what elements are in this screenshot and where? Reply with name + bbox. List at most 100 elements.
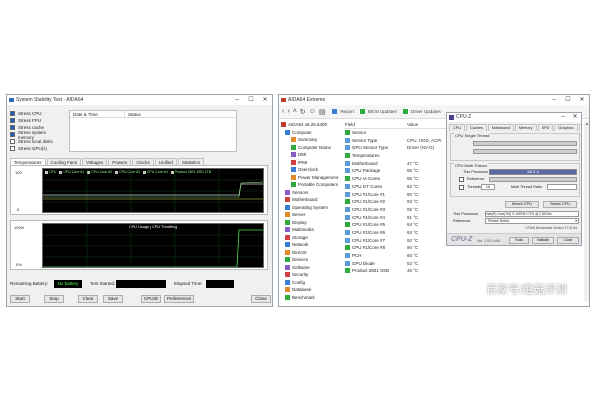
tree-item[interactable]: Computer — [281, 129, 343, 137]
tree-item[interactable]: Storage — [281, 234, 343, 242]
tree-root[interactable]: AIDA64 v6.25.5400 — [281, 121, 343, 129]
bios-updates-button[interactable]: BIOS Updates — [368, 109, 397, 114]
cpuz-tab-4[interactable]: Memory — [514, 124, 537, 131]
threads-checkbox[interactable]: Threads — [459, 184, 481, 190]
clear-button[interactable]: Clear — [78, 295, 98, 303]
cpuz-tab-5[interactable]: SPD — [537, 124, 554, 131]
tree-item[interactable]: Operating System — [281, 204, 343, 212]
multi-thread-bar: 5401.8 — [489, 169, 577, 175]
tree-item[interactable]: Config — [281, 279, 343, 287]
checkbox[interactable] — [10, 146, 15, 151]
checkbox[interactable] — [10, 125, 15, 130]
list-item[interactable]: Product 2501 SSD 46 °C — [345, 267, 453, 275]
list-item[interactable]: PCH 60 °C — [345, 252, 453, 260]
threads-value[interactable]: 16 — [481, 184, 495, 190]
stress-option-4[interactable]: Stress system memory — [10, 130, 62, 140]
tree-item[interactable]: Server — [281, 211, 343, 219]
list-item[interactable]: CPU #1/Core #3 95 °C — [345, 206, 453, 214]
report-button[interactable]: Report — [340, 109, 354, 114]
maximize-button[interactable]: ☐ — [244, 95, 258, 105]
cpuz-tab-1[interactable]: CPU — [449, 124, 466, 131]
aida64-maximize-button[interactable]: ☐ — [561, 95, 575, 105]
list-item[interactable]: CPU #1/Core #1 90 °C — [345, 190, 453, 198]
stress-option-2[interactable]: Stress FPU — [10, 117, 62, 124]
preferences-button[interactable]: Preferences — [164, 295, 194, 303]
tree-item[interactable]: DMI — [281, 151, 343, 159]
tree-item[interactable]: Display — [281, 219, 343, 227]
cpuz-tab-3[interactable]: Mainboard — [487, 124, 514, 131]
cpuz-tab-6[interactable]: Graphics — [554, 124, 578, 131]
cpuz-tab-2[interactable]: Caches — [466, 124, 487, 131]
forward-icon[interactable]: › — [287, 108, 289, 115]
checkbox[interactable] — [10, 132, 15, 137]
tree-item[interactable]: IPMI — [281, 159, 343, 167]
list-item[interactable]: CPU #1/Core #4 91 °C — [345, 213, 453, 221]
tree-item[interactable]: Summary — [281, 136, 343, 144]
list-item[interactable]: Motherboard 47 °C — [345, 159, 453, 167]
list-item[interactable]: CPU #1/Core #2 93 °C — [345, 198, 453, 206]
cpuz-tabs: CPUCachesMainboardMemorySPDGraphicsBench… — [449, 124, 581, 131]
tree-item[interactable]: Devices — [281, 256, 343, 264]
stress-cpu-button[interactable]: Stress CPU — [543, 201, 577, 208]
stress-option-6[interactable]: Stress GPU(s) — [10, 145, 62, 152]
save-button[interactable]: Save — [103, 295, 123, 303]
reference-checkbox[interactable]: Reference — [459, 176, 485, 182]
tools-button[interactable]: Tools — [509, 237, 529, 244]
report-icon — [332, 109, 338, 114]
checkbox[interactable] — [10, 111, 15, 116]
list-item[interactable]: GPU Diode 53 °C — [345, 259, 453, 267]
tree-node-icon — [285, 257, 290, 263]
tree-item[interactable]: Software — [281, 264, 343, 272]
checkbox[interactable] — [10, 118, 15, 123]
list-item[interactable]: Sensor — [345, 129, 453, 137]
cpuz-close-button[interactable]: ✕ — [569, 113, 581, 122]
close-window-button[interactable]: ✕ — [258, 95, 272, 105]
tree-item[interactable]: Security — [281, 271, 343, 279]
refresh-icon[interactable]: ↻ — [300, 108, 306, 116]
cpuz-minimize-button[interactable]: – — [557, 113, 569, 122]
tree-item[interactable]: Network — [281, 241, 343, 249]
tree-item[interactable]: Portable Computers — [281, 181, 343, 189]
sensor-icon — [345, 191, 350, 197]
minimize-button[interactable]: – — [230, 95, 244, 105]
chart-icon[interactable]: ▤ — [319, 108, 326, 116]
up-icon[interactable]: ˄ — [293, 108, 297, 115]
tree-item[interactable]: Overclock — [281, 166, 343, 174]
tree-item[interactable]: Computer Name — [281, 144, 343, 152]
bench-cpu-button[interactable]: Bench CPU — [505, 201, 539, 208]
aida64-close-button[interactable]: ✕ — [575, 95, 589, 105]
tree-item[interactable]: Power Management — [281, 174, 343, 182]
list-item[interactable]: CPU #1/Core #8 90 °C — [345, 244, 453, 252]
start-button[interactable]: Start — [10, 295, 30, 303]
cpuz-close-bottom-button[interactable]: Close — [557, 237, 579, 244]
list-item[interactable]: CPU GT Cores 62 °C — [345, 183, 453, 191]
validate-button[interactable]: Validate — [532, 237, 554, 244]
user-icon[interactable]: ☺ — [309, 108, 316, 115]
list-item[interactable]: CPU #1/Core #5 94 °C — [345, 221, 453, 229]
checkbox[interactable] — [10, 139, 15, 144]
close-button[interactable]: Close — [251, 295, 271, 303]
stop-button[interactable]: Stop — [44, 295, 64, 303]
list-item[interactable]: CPU IA Cores 95 °C — [345, 175, 453, 183]
list-item[interactable]: CPU #1/Core #6 93 °C — [345, 229, 453, 237]
cpuz-tab-7[interactable]: Bench — [578, 124, 581, 131]
tree-item[interactable]: Benchmark — [281, 294, 343, 302]
tree-item[interactable]: Motherboard — [281, 196, 343, 204]
cpuid-button[interactable]: CPUID — [141, 295, 161, 303]
list-item[interactable]: CPU #1/Core #7 92 °C — [345, 236, 453, 244]
driver-updates-button[interactable]: Driver Updates — [411, 109, 441, 114]
list-item[interactable]: Sensor Type CPU, HDD, ACPI — [345, 136, 453, 144]
back-icon[interactable]: ‹ — [282, 108, 284, 115]
aida64-scrollbar[interactable]: ▲ — [584, 121, 589, 301]
tree-node-icon — [291, 137, 296, 143]
tree-item[interactable]: Sensors — [281, 189, 343, 197]
tree-item[interactable]: Multimedia — [281, 226, 343, 234]
list-item[interactable]: CPU Package 95 °C — [345, 167, 453, 175]
aida64-minimize-button[interactable]: – — [547, 95, 561, 105]
reference-select[interactable]: Please Select ▾ — [485, 218, 579, 224]
stress-option-1[interactable]: Stress CPU — [10, 110, 62, 117]
list-item[interactable]: GPU Sensor Type Driver (NV-D) — [345, 144, 453, 152]
tree-item[interactable]: DirectX — [281, 249, 343, 257]
list-item[interactable]: Temperatures — [345, 152, 453, 160]
tree-item[interactable]: Database — [281, 286, 343, 294]
